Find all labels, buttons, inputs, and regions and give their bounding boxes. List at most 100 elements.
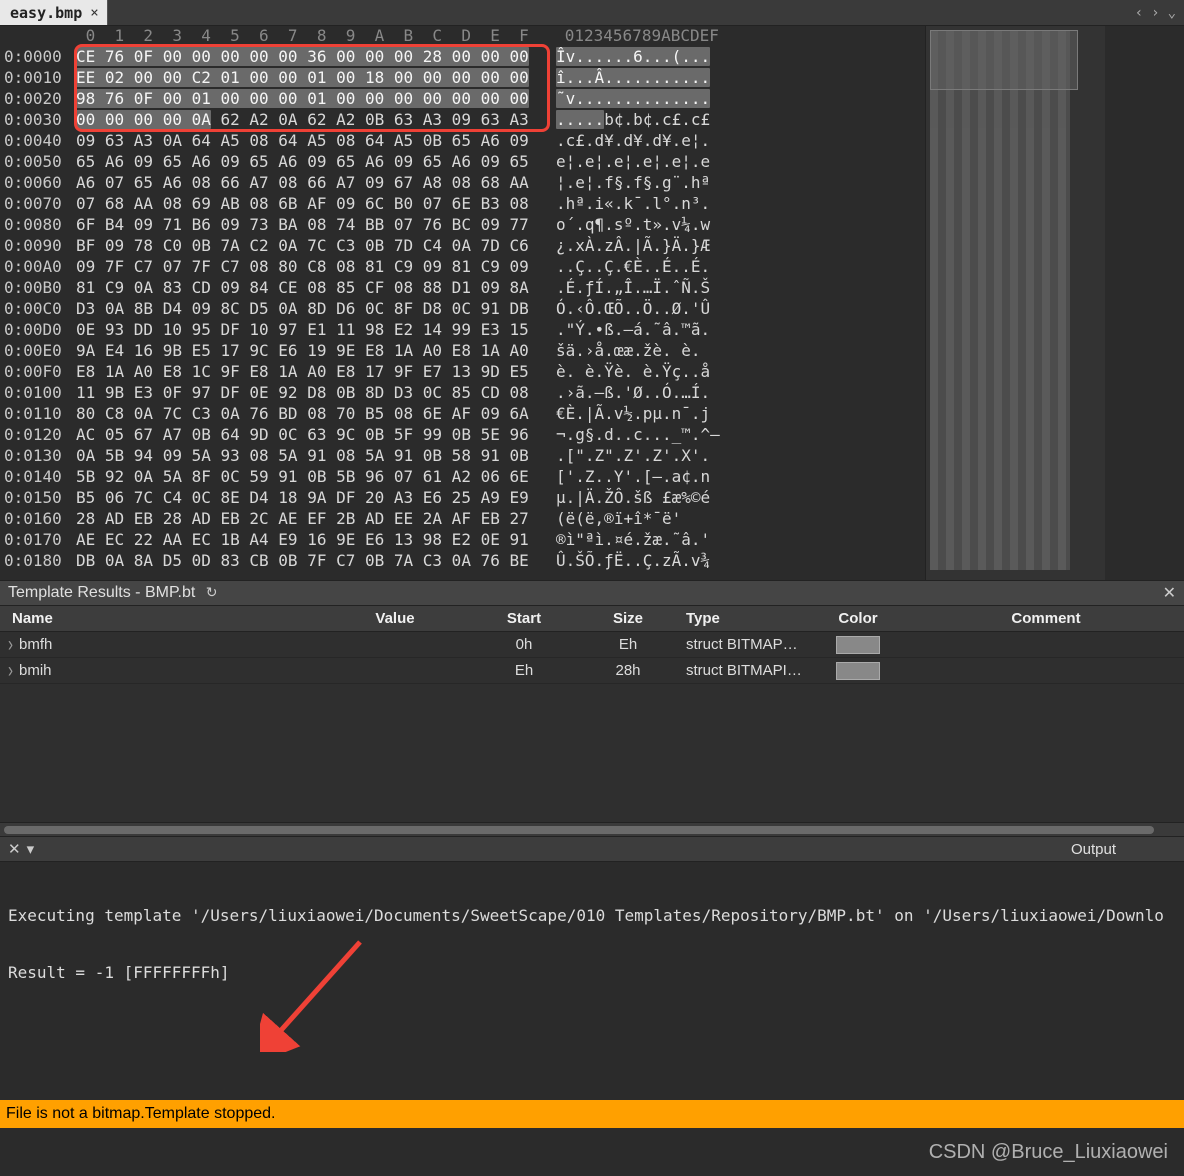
hex-bytes[interactable]: 0E 93 DD 10 95 DF 10 97 E1 11 98 E2 14 9… — [76, 320, 529, 339]
file-tab[interactable]: easy.bmp × — [0, 0, 108, 25]
hex-row[interactable]: 0:0090BF 09 78 C0 0B 7A C2 0A 7C C3 0B 7… — [0, 235, 925, 256]
hex-bytes[interactable]: 6F B4 09 71 B6 09 73 BA 08 74 BB 07 76 B… — [76, 215, 529, 234]
hex-bytes[interactable]: 11 9B E3 0F 97 DF 0E 92 D8 0B 8D D3 0C 8… — [76, 383, 529, 402]
ascii-bytes[interactable]: î...Â........... — [529, 68, 710, 87]
col-type[interactable]: Type — [678, 610, 808, 627]
hex-bytes[interactable]: E8 1A A0 E8 1C 9F E8 1A A0 E8 17 9F E7 1… — [76, 362, 529, 381]
hex-bytes[interactable]: AC 05 67 A7 0B 64 9D 0C 63 9C 0B 5F 99 0… — [76, 425, 529, 444]
hex-row[interactable]: 0:007007 68 AA 08 69 AB 08 6B AF 09 6C B… — [0, 193, 925, 214]
hex-row[interactable]: 0:00806F B4 09 71 B6 09 73 BA 08 74 BB 0… — [0, 214, 925, 235]
close-results-icon[interactable]: ✕ — [1163, 583, 1176, 603]
ascii-bytes[interactable]: (­ë(­ë,®ï+­î*¯ë' — [529, 509, 682, 528]
ascii-bytes[interactable]: ¬.g§.d..c..._™.^– — [529, 425, 720, 444]
ascii-bytes[interactable]: €È.|Ã.v½.pµ.n¯.j — [529, 404, 710, 423]
ascii-bytes[interactable]: o´.q¶.sº.t».v¼.w — [529, 215, 710, 234]
ascii-bytes[interactable]: e¦.e¦.e¦.e¦.e¦.e — [529, 152, 710, 171]
ascii-bytes[interactable]: µ.|Ä.ŽÔ.šß £æ%©é — [529, 488, 710, 507]
hex-bytes[interactable]: 09 63 A3 0A 64 A5 08 64 A5 08 64 A5 0B 6… — [76, 131, 529, 150]
hex-bytes[interactable]: 65 A6 09 65 A6 09 65 A6 09 65 A6 09 65 A… — [76, 152, 529, 171]
hex-row[interactable]: 0:00D00E 93 DD 10 95 DF 10 97 E1 11 98 E… — [0, 319, 925, 340]
hex-row[interactable]: 0:00B081 C9 0A 83 CD 09 84 CE 08 85 CF 0… — [0, 277, 925, 298]
col-start[interactable]: Start — [470, 610, 578, 627]
hex-row[interactable]: 0:00A009 7F C7 07 7F C7 08 80 C8 08 81 C… — [0, 256, 925, 277]
hex-bytes[interactable]: EE 02 00 00 C2 01 00 00 01 00 18 00 00 0… — [76, 68, 529, 87]
hex-row[interactable]: 0:003000 00 00 00 0A 62 A2 0A 62 A2 0B 6… — [0, 109, 925, 130]
hex-row[interactable]: 0:0010EE 02 00 00 C2 01 00 00 01 00 18 0… — [0, 67, 925, 88]
col-comment[interactable]: Comment — [908, 610, 1184, 627]
ascii-bytes[interactable]: ®ì"ªì.¤é.žæ.˜â.' — [529, 530, 710, 549]
hex-row[interactable]: 0:002098 76 0F 00 01 00 00 00 01 00 00 0… — [0, 88, 925, 109]
ascii-bytes[interactable]: ."Ý.•ß.—á.˜â.™ã. — [529, 320, 710, 339]
nav-menu-icon[interactable]: ⌄ — [1166, 5, 1178, 21]
hex-bytes[interactable]: B5 06 7C C4 0C 8E D4 18 9A DF 20 A3 E6 2… — [76, 488, 529, 507]
hex-row[interactable]: 0:01405B 92 0A 5A 8F 0C 59 91 0B 5B 96 0… — [0, 466, 925, 487]
row-name[interactable]: bmih — [0, 662, 320, 679]
ascii-bytes[interactable]: .....b¢.b¢.c£.c£ — [529, 110, 710, 129]
hex-bytes[interactable]: D3 0A 8B D4 09 8C D5 0A 8D D6 0C 8F D8 0… — [76, 299, 529, 318]
hex-row[interactable]: 0:005065 A6 09 65 A6 09 65 A6 09 65 A6 0… — [0, 151, 925, 172]
row-color[interactable] — [808, 636, 908, 654]
ascii-bytes[interactable]: Û.ŠÕ.ƒË..Ç.zÃ.v¾ — [529, 551, 710, 570]
ascii-bytes[interactable]: ['.Z..Y'.[–.a¢.n — [529, 467, 710, 486]
output-menu-icon[interactable]: ▾ — [27, 840, 35, 858]
hex-row[interactable]: 0:016028 AD EB 28 AD EB 2C AE EF 2B AD E… — [0, 508, 925, 529]
refresh-icon[interactable]: ↻ — [206, 584, 218, 600]
ascii-bytes[interactable]: ¦.e¦.f§.f§.g¨.hª — [529, 173, 710, 192]
hex-row[interactable]: 0:01300A 5B 94 09 5A 93 08 5A 91 08 5A 9… — [0, 445, 925, 466]
hex-row[interactable]: 0:010011 9B E3 0F 97 DF 0E 92 D8 0B 8D D… — [0, 382, 925, 403]
hex-bytes[interactable]: DB 0A 8A D5 0D 83 CB 0B 7F C7 0B 7A C3 0… — [76, 551, 529, 570]
minimap[interactable] — [925, 26, 1105, 580]
col-color[interactable]: Color — [808, 610, 908, 627]
nav-prev-icon[interactable]: ‹ — [1133, 5, 1145, 21]
row-color[interactable] — [808, 662, 908, 680]
hex-bytes[interactable]: 09 7F C7 07 7F C7 08 80 C8 08 81 C9 09 8… — [76, 257, 529, 276]
ascii-bytes[interactable]: ..Ç..Ç.€È..É..É. — [529, 257, 710, 276]
ascii-bytes[interactable]: .[".Z".Z'.Z'.X'. — [529, 446, 710, 465]
ascii-bytes[interactable]: è. è.Ÿè. è.Ÿç..å — [529, 362, 710, 381]
hex-row[interactable]: 0:00C0D3 0A 8B D4 09 8C D5 0A 8D D6 0C 8… — [0, 298, 925, 319]
hex-bytes[interactable]: 98 76 0F 00 01 00 00 00 01 00 00 00 00 0… — [76, 89, 529, 108]
hex-bytes[interactable]: 81 C9 0A 83 CD 09 84 CE 08 85 CF 08 88 D… — [76, 278, 529, 297]
ascii-bytes[interactable]: .É.ƒÍ.„Î.…Ï.ˆÑ.Š — [529, 278, 710, 297]
ascii-bytes[interactable]: šä.›å.œæ.žè. è. — [529, 341, 710, 360]
row-name[interactable]: bmfh — [0, 636, 320, 653]
output-close-icon[interactable]: ✕ — [8, 840, 21, 858]
ascii-bytes[interactable]: .hª.i«.k¯.l°.n³. — [529, 194, 710, 213]
ascii-bytes[interactable]: Îv......6...(... — [529, 47, 710, 66]
horizontal-scrollbar[interactable] — [0, 822, 1184, 836]
hex-main[interactable]: 0 1 2 3 4 5 6 7 8 9 A B C D E F 01234567… — [0, 26, 925, 580]
hex-row[interactable]: 0:0170AE EC 22 AA EC 1B A4 E9 16 9E E6 1… — [0, 529, 925, 550]
hex-row[interactable]: 0:004009 63 A3 0A 64 A5 08 64 A5 08 64 A… — [0, 130, 925, 151]
hex-bytes[interactable]: 9A E4 16 9B E5 17 9C E6 19 9E E8 1A A0 E… — [76, 341, 529, 360]
hex-bytes[interactable]: 0A 5B 94 09 5A 93 08 5A 91 08 5A 91 0B 5… — [76, 446, 529, 465]
hex-row[interactable]: 0:011080 C8 0A 7C C3 0A 76 BD 08 70 B5 0… — [0, 403, 925, 424]
ascii-bytes[interactable]: Ó.‹Ô.ŒÕ..Ö..Ø.'Û — [529, 299, 710, 318]
col-name[interactable]: Name — [0, 610, 320, 627]
ascii-bytes[interactable]: .c£.d¥.d¥.d¥.e¦. — [529, 131, 710, 150]
hex-row[interactable]: 0:0150B5 06 7C C4 0C 8E D4 18 9A DF 20 A… — [0, 487, 925, 508]
hex-bytes[interactable]: 00 00 00 00 0A 62 A2 0A 62 A2 0B 63 A3 0… — [76, 110, 529, 129]
col-value[interactable]: Value — [320, 610, 470, 627]
hex-bytes[interactable]: 80 C8 0A 7C C3 0A 76 BD 08 70 B5 08 6E A… — [76, 404, 529, 423]
output-console[interactable]: Executing template '/Users/liuxiaowei/Do… — [0, 862, 1184, 1052]
hex-bytes[interactable]: 28 AD EB 28 AD EB 2C AE EF 2B AD EE 2A A… — [76, 509, 529, 528]
col-size[interactable]: Size — [578, 610, 678, 627]
hex-bytes[interactable]: CE 76 0F 00 00 00 00 00 36 00 00 00 28 0… — [76, 47, 529, 66]
hex-row[interactable]: 0:0060A6 07 65 A6 08 66 A7 08 66 A7 09 6… — [0, 172, 925, 193]
hex-row[interactable]: 0:00F0E8 1A A0 E8 1C 9F E8 1A A0 E8 17 9… — [0, 361, 925, 382]
hex-bytes[interactable]: AE EC 22 AA EC 1B A4 E9 16 9E E6 13 98 E… — [76, 530, 529, 549]
hex-row[interactable]: 0:0120AC 05 67 A7 0B 64 9D 0C 63 9C 0B 5… — [0, 424, 925, 445]
hex-row[interactable]: 0:0180DB 0A 8A D5 0D 83 CB 0B 7F C7 0B 7… — [0, 550, 925, 571]
ascii-bytes[interactable]: ¿.xÀ.zÂ.|Ã.}Ä.}Æ — [529, 236, 710, 255]
ascii-bytes[interactable]: ˜v.............. — [529, 89, 710, 108]
close-icon[interactable]: × — [88, 5, 100, 21]
ascii-bytes[interactable]: .›ã.—ß.'Ø..Ó.…Í. — [529, 383, 710, 402]
hex-bytes[interactable]: 07 68 AA 08 69 AB 08 6B AF 09 6C B0 07 6… — [76, 194, 529, 213]
hex-row[interactable]: 0:00E09A E4 16 9B E5 17 9C E6 19 9E E8 1… — [0, 340, 925, 361]
hex-bytes[interactable]: 5B 92 0A 5A 8F 0C 59 91 0B 5B 96 07 61 A… — [76, 467, 529, 486]
table-row[interactable]: bmihEh28hstruct BITMAPI… — [0, 658, 1184, 684]
nav-next-icon[interactable]: › — [1149, 5, 1161, 21]
table-row[interactable]: bmfh0hEhstruct BITMAP… — [0, 632, 1184, 658]
hex-row[interactable]: 0:0000CE 76 0F 00 00 00 00 00 36 00 00 0… — [0, 46, 925, 67]
hex-bytes[interactable]: BF 09 78 C0 0B 7A C2 0A 7C C3 0B 7D C4 0… — [76, 236, 529, 255]
